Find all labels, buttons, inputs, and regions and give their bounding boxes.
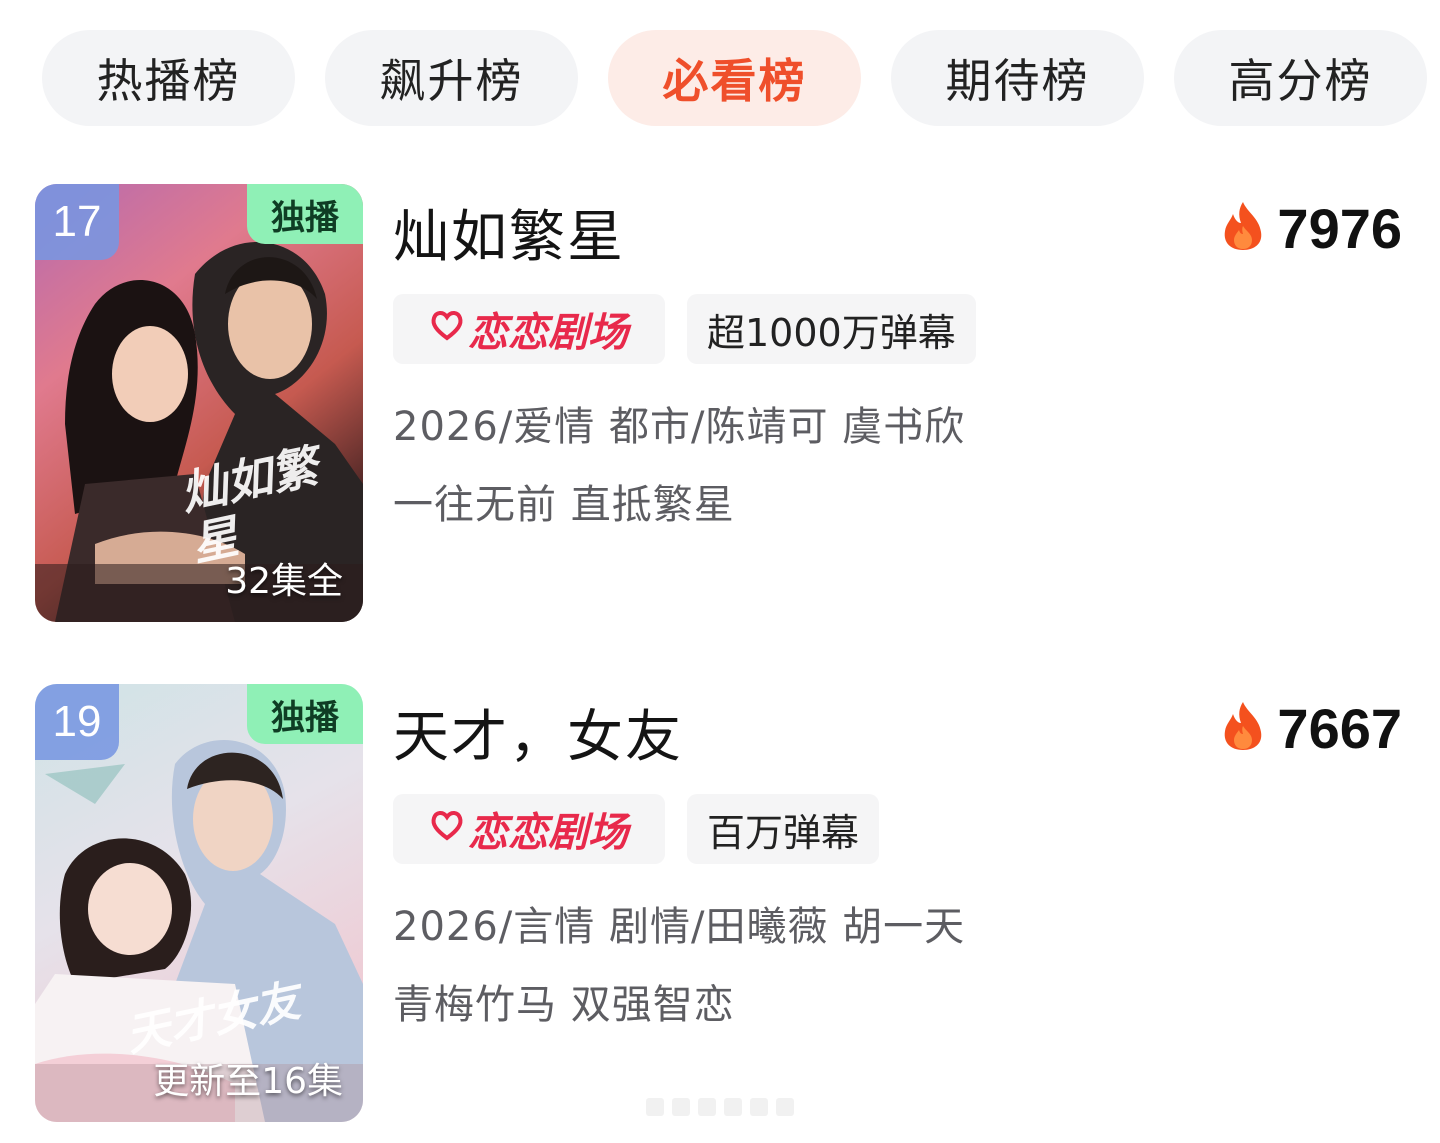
episode-status: 32集全 [225,561,343,602]
heat-value: 7667 [1277,696,1402,760]
list-item[interactable]: 天才女友 19 独播 更新至16集 天才，女友 7667 恋恋剧场 百万弹幕 2… [0,684,1440,1124]
heat-score: 7667 [1221,696,1402,760]
tab-anticipated[interactable]: 期待榜 [891,30,1144,126]
heart-logo-icon [430,806,464,852]
rank-badge: 19 [35,684,119,760]
rank-badge: 17 [35,184,119,260]
danmu-tag[interactable]: 超1000万弹幕 [687,294,976,364]
drama-slogan: 一往无前 直抵繁星 [393,482,735,528]
poster-image[interactable]: 灿如繁星 17 独播 32集全 [35,184,363,622]
tab-must-watch[interactable]: 必看榜 [608,30,861,126]
exclusive-badge: 独播 [247,184,363,244]
danmu-tag[interactable]: 百万弹幕 [687,794,880,864]
brand-tag-label: 恋恋剧场 [468,310,628,356]
heart-logo-icon [430,306,464,352]
tab-hot[interactable]: 热播榜 [42,30,295,126]
brand-tag[interactable]: 恋恋剧场 [393,794,665,864]
brand-tag[interactable]: 恋恋剧场 [393,294,665,364]
drama-title[interactable]: 灿如繁星 [393,192,625,273]
tag-row: 恋恋剧场 超1000万弹幕 [393,294,976,364]
flame-icon [1221,200,1265,256]
flame-icon [1221,700,1265,756]
drama-title[interactable]: 天才，女友 [393,692,683,773]
drama-meta: 2026/爱情 都市/陈靖可 虞书欣 [393,404,966,450]
ranking-tabs: 热播榜 飙升榜 必看榜 期待榜 高分榜 [42,30,1427,126]
scroll-indicator [600,1098,840,1118]
heat-score: 7976 [1221,196,1402,260]
tab-rising[interactable]: 飙升榜 [325,30,578,126]
brand-tag-label: 恋恋剧场 [468,810,628,856]
tab-high-score[interactable]: 高分榜 [1174,30,1427,126]
drama-meta: 2026/言情 剧情/田曦薇 胡一天 [393,904,966,950]
drama-slogan: 青梅竹马 双强智恋 [393,982,735,1028]
heat-value: 7976 [1277,196,1402,260]
exclusive-badge: 独播 [247,684,363,744]
tag-row: 恋恋剧场 百万弹幕 [393,794,880,864]
list-item[interactable]: 灿如繁星 17 独播 32集全 灿如繁星 7976 恋恋剧场 超1000万弹幕 … [0,184,1440,624]
episode-status: 更新至16集 [153,1061,343,1102]
poster-image[interactable]: 天才女友 19 独播 更新至16集 [35,684,363,1122]
